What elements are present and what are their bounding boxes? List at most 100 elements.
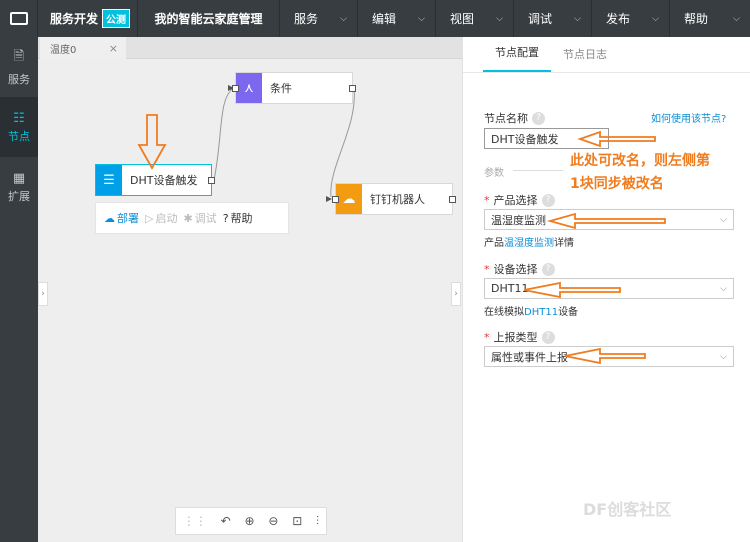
help-icon[interactable]: ? [532,111,545,125]
params-section-label: 参数 [484,168,504,179]
menu-view[interactable]: 视图 ⌵ [436,0,514,37]
start-label: 启动 [155,212,178,225]
nav-item-service[interactable]: 🗎 服务 [0,37,38,97]
input-port[interactable] [332,196,339,203]
panel-tabs: 节点配置 节点日志 [463,37,750,73]
required-mark: * [484,193,490,207]
device-icon: ☰ [96,165,122,195]
tab-node-config[interactable]: 节点配置 [483,44,551,72]
node-label: DHT设备触发 [130,174,198,187]
undo-icon[interactable]: ↶ [221,514,231,528]
product-select[interactable]: 温湿度监测 ⌵ [484,209,734,230]
help-icon[interactable]: ? [541,330,555,344]
fit-view-icon[interactable]: ⊡ [292,514,302,528]
cloud-upload-icon: ☁ [104,211,115,225]
collapse-left-button[interactable]: › [38,282,48,306]
menu-label: 帮助 [684,12,709,26]
required-mark: * [484,262,490,276]
close-icon[interactable]: × [109,42,118,55]
chevron-down-icon: ⌵ [652,13,659,24]
zoom-out-icon[interactable]: ⊖ [268,514,278,528]
output-port[interactable] [449,196,456,203]
project-title[interactable]: 我的智能云家庭管理 [138,0,280,37]
menu-help[interactable]: 帮助 ⌵ [670,0,750,37]
select-value: 属性或事件上报 [491,350,568,364]
nav-item-extend[interactable]: ▦ 扩展 [0,157,38,217]
node-config-panel: 节点配置 节点日志 节点名称? 如何使用该节点? DHT设备触发 参数 * 产品选… [462,37,750,542]
hint-text: 在线模拟 [484,307,524,318]
deploy-button[interactable]: ☁ 部署 [104,210,139,226]
logo-icon [9,12,28,25]
help-button[interactable]: ? 帮助 [223,210,253,226]
help-icon[interactable]: ? [541,193,555,207]
start-button[interactable]: ▷ 启动 [145,210,177,226]
play-icon: ▷ [145,211,154,225]
select-value: DHT11 [491,282,529,295]
brand: 服务开发 公测 [38,0,138,37]
node-condition[interactable]: ⋏ 条件 [232,72,356,104]
device-hint: 在线模拟DHT11设备 [484,303,578,318]
report-type-label: * 上报类型? [484,329,555,345]
howto-link[interactable]: 如何使用该节点? [651,110,726,125]
annotation-line: 1块同步被改名 [570,176,664,192]
menu-label: 视图 [450,12,475,26]
node-action-bar: ☁ 部署 ▷ 启动 ✱ 调试 ? 帮助 [95,202,289,234]
report-type-select[interactable]: 属性或事件上报 ⌵ [484,346,734,367]
input-port[interactable] [232,85,239,92]
drag-handle-icon[interactable]: ⋮⋮ [183,514,207,528]
chevron-down-icon: ⌵ [574,13,581,24]
menu-service[interactable]: 服务 ⌵ [280,0,358,37]
chevron-down-icon: ⌵ [418,13,425,24]
menu-debug[interactable]: 调试 ⌵ [514,0,592,37]
chevron-right-icon: › [454,289,458,299]
flow-canvas[interactable]: 温度0 × ⋏ 条件 ☰ DHT设备触发 ☁ 部署 ▷ 启动 ✱ 调试 ? 帮助 ☁ 钉… [38,37,462,542]
label-text: 设备选择 [493,263,538,276]
menu-publish[interactable]: 发布 ⌵ [592,0,670,37]
product-detail-link[interactable]: 温湿度监测 [504,238,554,249]
nav-label: 服务 [8,73,30,86]
collapse-right-button[interactable]: › [451,282,461,306]
input-value: DHT设备触发 [491,132,559,146]
chevron-down-icon: ⌵ [340,13,347,24]
beta-badge: 公测 [102,9,131,28]
node-name-input[interactable]: DHT设备触发 [484,128,609,149]
connection-lines [213,85,355,202]
select-value: 温湿度监测 [491,213,546,227]
device-select[interactable]: DHT11 ⌵ [484,278,734,299]
debug-button[interactable]: ✱ 调试 [183,210,216,226]
help-icon[interactable]: ? [541,262,555,276]
tab-bar: 温度0 × [38,37,462,59]
node-label: 钉钉机器人 [370,193,425,206]
node-dht-trigger[interactable]: ☰ DHT设备触发 [95,164,215,196]
branch-icon: ⋏ [236,73,262,103]
nav-item-node[interactable]: ☷ 节点 [0,97,38,157]
question-icon: ? [222,211,229,225]
help-label: 帮助 [230,212,253,225]
node-dingtalk-robot[interactable]: ☁ 钉钉机器人 [332,183,456,215]
label-text: 上报类型 [493,331,538,344]
tab-flow[interactable]: 温度0 × [40,37,126,59]
bug-icon: ✱ [183,211,193,225]
hint-text: 设备 [558,307,579,318]
debug-label: 调试 [194,212,217,225]
chevron-down-icon: ⌵ [496,13,503,24]
menu-label: 服务 [294,12,319,26]
menu-edit[interactable]: 编辑 ⌵ [358,0,436,37]
node-icon: ☷ [13,110,25,126]
deploy-label: 部署 [117,212,139,225]
label-text: 节点名称 [484,112,528,125]
annotation-line: 此处可改名，则左侧第 [570,153,710,169]
product-label: * 产品选择? [484,192,555,208]
menu-label: 编辑 [372,12,397,26]
device-sim-link[interactable]: DHT11 [524,307,558,318]
tab-node-log[interactable]: 节点日志 [551,46,619,72]
logo[interactable] [0,0,38,37]
output-port[interactable] [349,85,356,92]
chevron-right-icon: › [41,289,45,299]
zoom-in-icon[interactable]: ⊕ [245,514,255,528]
menu-label: 发布 [606,12,631,26]
chevron-down-icon: ⌵ [720,283,727,294]
canvas-toolbar: ⋮⋮ ↶ ⊕ ⊖ ⊡ ⫶ [175,507,327,535]
output-port[interactable] [208,177,215,184]
layout-icon[interactable]: ⫶ [316,514,319,529]
